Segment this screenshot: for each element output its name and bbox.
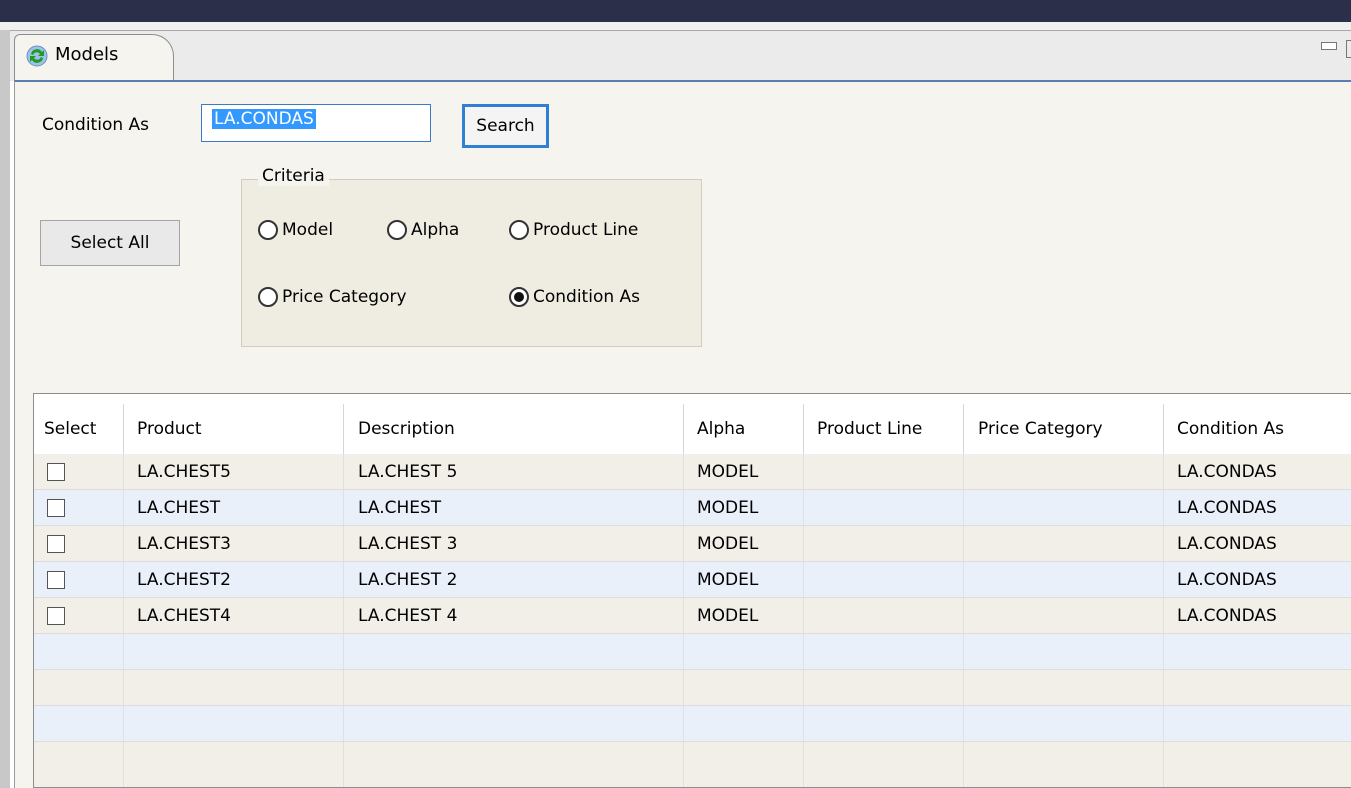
radio-model[interactable]: Model <box>258 220 333 240</box>
header-product-line[interactable]: Product Line <box>804 404 964 454</box>
product-cell: LA.CHEST5 <box>124 454 344 489</box>
price-category-cell <box>964 562 1164 597</box>
header-product[interactable]: Product <box>124 404 344 454</box>
condition-as-cell: LA.CONDAS <box>1164 526 1351 561</box>
radio-model-label: Model <box>282 220 334 240</box>
radio-price-category-circle[interactable] <box>258 287 278 307</box>
condition-as-cell: LA.CONDAS <box>1164 598 1351 633</box>
select-cell <box>34 490 124 525</box>
radio-condition-as-circle[interactable] <box>509 287 529 307</box>
alpha-cell: MODEL <box>684 454 804 489</box>
radio-condition-as[interactable]: Condition As <box>509 287 640 307</box>
select-cell <box>34 454 124 489</box>
minimize-icon[interactable] <box>1321 42 1337 50</box>
product-cell: LA.CHEST2 <box>124 562 344 597</box>
tab-models[interactable]: Models <box>14 34 174 80</box>
tab-strip <box>10 30 1351 81</box>
empty-row <box>34 670 1351 706</box>
title-bar <box>0 0 1351 22</box>
table-row[interactable]: LA.CHEST2 LA.CHEST 2 MODEL LA.CONDAS <box>34 562 1351 598</box>
radio-alpha[interactable]: Alpha <box>387 220 459 240</box>
refresh-icon <box>26 45 48 67</box>
product-line-cell <box>804 454 964 489</box>
alpha-cell: MODEL <box>684 526 804 561</box>
header-select[interactable]: Select <box>34 404 124 454</box>
models-table: Select Product Description Alpha Product… <box>33 393 1351 788</box>
row-checkbox[interactable] <box>47 570 65 589</box>
table-row[interactable]: LA.CHEST3 LA.CHEST 3 MODEL LA.CONDAS <box>34 526 1351 562</box>
radio-product-line-circle[interactable] <box>509 220 529 240</box>
description-cell: LA.CHEST 5 <box>344 454 684 489</box>
table-header: Select Product Description Alpha Product… <box>34 404 1351 454</box>
header-condition-as[interactable]: Condition As <box>1164 404 1351 454</box>
radio-condition-as-label: Condition As <box>533 287 641 307</box>
title-gap <box>0 22 1351 30</box>
product-line-cell <box>804 562 964 597</box>
select-cell <box>34 562 124 597</box>
radio-model-circle[interactable] <box>258 220 278 240</box>
select-cell <box>34 526 124 561</box>
maximize-icon[interactable] <box>1346 40 1351 58</box>
empty-row <box>34 742 1351 787</box>
select-all-button[interactable]: Select All <box>40 220 180 266</box>
alpha-cell: MODEL <box>684 562 804 597</box>
condition-as-value: LA.CONDAS <box>212 109 316 129</box>
criteria-group <box>241 179 702 347</box>
product-line-cell <box>804 598 964 633</box>
condition-as-cell: LA.CONDAS <box>1164 454 1351 489</box>
empty-row <box>34 706 1351 742</box>
radio-price-category[interactable]: Price Category <box>258 287 407 307</box>
product-cell: LA.CHEST4 <box>124 598 344 633</box>
header-price-category[interactable]: Price Category <box>964 404 1164 454</box>
price-category-cell <box>964 598 1164 633</box>
tab-label: Models <box>55 44 119 65</box>
table-row[interactable]: LA.CHEST4 LA.CHEST 4 MODEL LA.CONDAS <box>34 598 1351 634</box>
table-row[interactable]: LA.CHEST LA.CHEST MODEL LA.CONDAS <box>34 490 1351 526</box>
condition-as-label: Condition As <box>42 115 150 135</box>
product-cell: LA.CHEST3 <box>124 526 344 561</box>
radio-product-line[interactable]: Product Line <box>509 220 638 240</box>
row-checkbox[interactable] <box>47 462 65 481</box>
radio-alpha-label: Alpha <box>411 220 460 240</box>
description-cell: LA.CHEST <box>344 490 684 525</box>
select-cell <box>34 598 124 633</box>
price-category-cell <box>964 490 1164 525</box>
alpha-cell: MODEL <box>684 490 804 525</box>
table-row[interactable]: LA.CHEST5 LA.CHEST 5 MODEL LA.CONDAS <box>34 454 1351 490</box>
condition-as-cell: LA.CONDAS <box>1164 562 1351 597</box>
description-cell: LA.CHEST 4 <box>344 598 684 633</box>
header-description[interactable]: Description <box>344 404 684 454</box>
product-line-cell <box>804 490 964 525</box>
radio-alpha-circle[interactable] <box>387 220 407 240</box>
header-alpha[interactable]: Alpha <box>684 404 804 454</box>
row-checkbox[interactable] <box>47 498 65 517</box>
alpha-cell: MODEL <box>684 598 804 633</box>
condition-as-input[interactable]: LA.CONDAS <box>201 104 431 142</box>
description-cell: LA.CHEST 2 <box>344 562 684 597</box>
radio-price-category-label: Price Category <box>282 287 407 307</box>
price-category-cell <box>964 526 1164 561</box>
window-left-border <box>0 30 10 788</box>
empty-row <box>34 634 1351 670</box>
search-button[interactable]: Search <box>462 104 549 148</box>
product-cell: LA.CHEST <box>124 490 344 525</box>
product-line-cell <box>804 526 964 561</box>
row-checkbox[interactable] <box>47 534 65 553</box>
row-checkbox[interactable] <box>47 606 65 625</box>
criteria-legend: Criteria <box>258 166 329 186</box>
condition-as-cell: LA.CONDAS <box>1164 490 1351 525</box>
radio-product-line-label: Product Line <box>533 220 639 240</box>
price-category-cell <box>964 454 1164 489</box>
description-cell: LA.CHEST 3 <box>344 526 684 561</box>
